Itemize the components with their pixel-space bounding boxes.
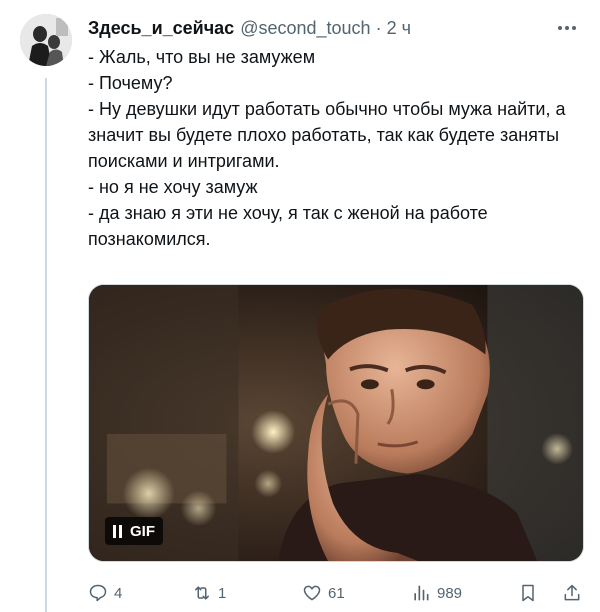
pause-icon[interactable] (113, 524, 122, 538)
like-icon (303, 585, 321, 601)
share-button[interactable] (562, 583, 582, 603)
share-icon (564, 584, 580, 601)
retweet-icon (195, 586, 209, 600)
tweet-line: - но я не хочу замуж (88, 177, 258, 197)
tweet-actions: 4 1 61 989 (88, 580, 584, 606)
tweet-line: - Жаль, что вы не замужем (88, 47, 316, 67)
reply-count: 4 (114, 584, 123, 602)
tweet-line: - Почему? (88, 73, 173, 93)
retweet-count: 1 (218, 584, 227, 602)
gif-media[interactable]: GIF (88, 284, 584, 562)
avatar-image (20, 14, 72, 66)
timestamp[interactable]: 2 ч (387, 18, 411, 39)
separator-dot: · (375, 17, 382, 38)
tweet-header: Здесь_и_сейчас @second_touch · 2 ч (88, 16, 580, 40)
reply-button[interactable]: 4 (88, 583, 122, 603)
thread-line (45, 78, 47, 612)
tweet-line: - Ну девушки идут работать обычно чтобы … (88, 99, 566, 171)
gif-badge[interactable]: GIF (105, 517, 163, 545)
reply-icon (89, 584, 107, 602)
bookmark-icon (522, 584, 534, 602)
retweet-button[interactable]: 1 (192, 583, 226, 603)
gif-frame (89, 285, 583, 561)
like-button[interactable]: 61 (302, 583, 345, 603)
views-icon (414, 585, 429, 601)
tweet-text: - Жаль, что вы не замужем - Почему? - Ну… (88, 44, 580, 252)
views-count: 989 (437, 584, 463, 602)
user-handle[interactable]: @second_touch (240, 18, 370, 39)
more-options-icon[interactable] (554, 22, 580, 34)
views-button[interactable]: 989 (411, 583, 462, 603)
display-name[interactable]: Здесь_и_сейчас (88, 18, 234, 39)
like-count: 61 (328, 584, 345, 602)
avatar[interactable] (20, 14, 72, 66)
bookmark-button[interactable] (518, 583, 538, 603)
gif-label: GIF (130, 522, 155, 540)
tweet-line: - да знаю я эти не хочу, я так с женой н… (88, 203, 488, 249)
